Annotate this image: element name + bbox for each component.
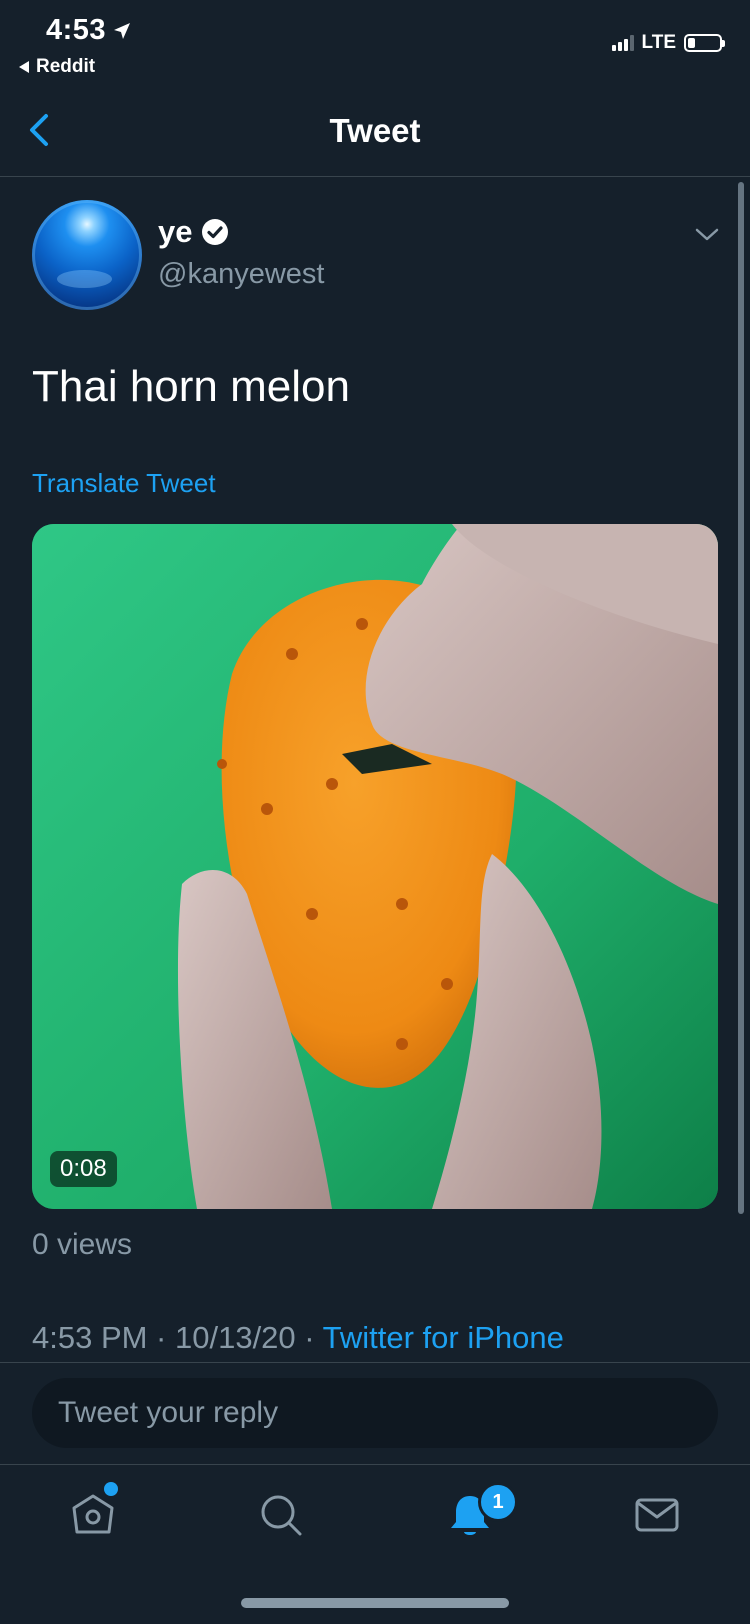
battery-icon bbox=[684, 34, 725, 52]
tweet-video[interactable]: 0:08 bbox=[32, 524, 718, 1209]
back-app-label: Reddit bbox=[36, 56, 96, 77]
author-handle[interactable]: @kanyewest bbox=[158, 258, 324, 291]
view-count: 0 views bbox=[32, 1228, 133, 1261]
reply-placeholder: Tweet your reply bbox=[58, 1396, 279, 1429]
home-indicator[interactable] bbox=[241, 1598, 509, 1608]
home-new-dot bbox=[104, 1482, 118, 1496]
tweet-timestamp: 4:53 PM · 10/13/20 · bbox=[32, 1320, 323, 1355]
location-arrow-icon bbox=[114, 22, 131, 39]
search-icon[interactable] bbox=[256, 1490, 306, 1540]
scrollbar[interactable] bbox=[738, 182, 744, 1214]
tweet-source-link[interactable]: Twitter for iPhone bbox=[323, 1320, 564, 1355]
reply-divider bbox=[0, 1362, 750, 1363]
notifications-badge: 1 bbox=[478, 1482, 518, 1522]
video-thumbnail bbox=[32, 524, 718, 1209]
page-title: Tweet bbox=[329, 112, 421, 149]
reply-input[interactable]: Tweet your reply bbox=[32, 1378, 718, 1448]
network-label: LTE bbox=[641, 32, 676, 53]
home-icon[interactable] bbox=[68, 1490, 118, 1540]
avatar[interactable] bbox=[32, 200, 142, 310]
author-name-row[interactable]: ye bbox=[158, 214, 230, 250]
author-name: ye bbox=[158, 214, 193, 249]
header-divider bbox=[0, 176, 750, 177]
verified-badge-icon bbox=[202, 219, 229, 245]
back-triangle-icon bbox=[19, 61, 29, 73]
tweet-metadata: 4:53 PM · 10/13/20 · Twitter for iPhone bbox=[32, 1320, 564, 1356]
messages-icon[interactable] bbox=[632, 1490, 682, 1540]
tabbar-divider bbox=[0, 1464, 750, 1465]
video-duration: 0:08 bbox=[50, 1151, 117, 1187]
status-time-label: 4:53 bbox=[46, 14, 107, 46]
status-time: 4:53 bbox=[46, 14, 132, 47]
translate-tweet-link[interactable]: Translate Tweet bbox=[32, 468, 216, 499]
tweet-text: Thai horn melon bbox=[32, 362, 350, 411]
signal-icon bbox=[611, 35, 634, 51]
chevron-down-icon[interactable] bbox=[694, 224, 720, 244]
back-to-app-button[interactable]: Reddit bbox=[18, 56, 95, 78]
status-indicators: LTE bbox=[611, 32, 725, 54]
